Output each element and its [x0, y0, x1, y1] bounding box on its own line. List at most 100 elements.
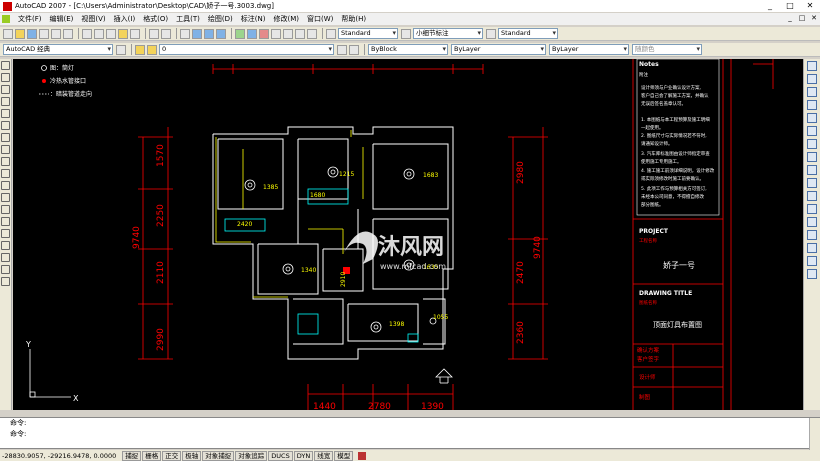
offset-icon[interactable]: [807, 100, 817, 110]
table-icon[interactable]: [1, 265, 10, 274]
design-center-icon[interactable]: [247, 28, 257, 39]
revision-cloud-icon[interactable]: [1, 145, 10, 154]
otrack-toggle[interactable]: 对象追踪: [235, 450, 268, 461]
document-icon[interactable]: [2, 15, 10, 23]
help-icon[interactable]: [307, 28, 317, 39]
new-icon[interactable]: [3, 28, 13, 39]
text-style-select[interactable]: Standard: [338, 28, 398, 39]
comm-center-icon[interactable]: [358, 451, 367, 460]
calculator-icon[interactable]: [295, 28, 305, 39]
insert-block-icon[interactable]: [1, 193, 10, 202]
doc-minimize-button[interactable]: _: [784, 13, 796, 24]
sheet-set-icon[interactable]: [271, 28, 281, 39]
properties-icon[interactable]: [235, 28, 245, 39]
doc-close-button[interactable]: ✕: [808, 13, 820, 24]
stretch-icon[interactable]: [807, 165, 817, 175]
pan-icon[interactable]: [180, 28, 190, 39]
command-line[interactable]: 命令: 命令:: [0, 417, 820, 450]
grid-toggle[interactable]: 栅格: [142, 450, 162, 461]
workspace-settings-icon[interactable]: [116, 44, 126, 55]
table-style-icon[interactable]: [486, 28, 496, 39]
close-button[interactable]: ✕: [800, 0, 820, 12]
command-prompt-line[interactable]: 命令:: [0, 429, 820, 440]
layer-state-icon[interactable]: [147, 44, 157, 55]
break-at-point-icon[interactable]: [807, 204, 817, 214]
polar-toggle[interactable]: 极轴: [182, 450, 202, 461]
copy-icon[interactable]: [94, 28, 104, 39]
workspace-select[interactable]: AutoCAD 经典: [3, 44, 113, 55]
minimize-button[interactable]: _: [760, 0, 780, 12]
point-icon[interactable]: [1, 217, 10, 226]
menu-window[interactable]: 窗口(W): [303, 14, 337, 24]
make-block-icon[interactable]: [1, 205, 10, 214]
print-icon[interactable]: [39, 28, 49, 39]
lineweight-toggle[interactable]: 线宽: [314, 450, 334, 461]
maximize-button[interactable]: □: [780, 0, 800, 12]
line-icon[interactable]: [1, 61, 10, 70]
join-icon[interactable]: [807, 230, 817, 240]
layer-select[interactable]: 0: [159, 44, 334, 55]
markup-icon[interactable]: [283, 28, 293, 39]
circle-icon[interactable]: [1, 133, 10, 142]
layer-manager-icon[interactable]: [135, 44, 145, 55]
multiline-text-icon[interactable]: [1, 277, 10, 286]
move-icon[interactable]: [807, 126, 817, 136]
explode-icon[interactable]: [807, 269, 817, 279]
zoom-realtime-icon[interactable]: [192, 28, 202, 39]
region-icon[interactable]: [1, 253, 10, 262]
make-layer-current-icon[interactable]: [337, 44, 347, 55]
model-space-canvas[interactable]: 图：筒灯 冷热水管接口 ：暗装管道走向 9740 1570 2250 2110 …: [13, 59, 803, 410]
construction-line-icon[interactable]: [1, 73, 10, 82]
dim-style-icon[interactable]: [401, 28, 411, 39]
open-icon[interactable]: [15, 28, 25, 39]
fillet-icon[interactable]: [807, 256, 817, 266]
tool-palettes-icon[interactable]: [259, 28, 269, 39]
menu-modify[interactable]: 修改(M): [269, 14, 303, 24]
redo-icon[interactable]: [161, 28, 171, 39]
arc-icon[interactable]: [1, 121, 10, 130]
mirror-icon[interactable]: [807, 87, 817, 97]
color-select[interactable]: ByBlock: [368, 44, 448, 55]
polygon-icon[interactable]: [1, 97, 10, 106]
paste-icon[interactable]: [106, 28, 116, 39]
array-icon[interactable]: [807, 113, 817, 123]
extend-icon[interactable]: [807, 191, 817, 201]
menu-view[interactable]: 视图(V): [77, 14, 109, 24]
ellipse-arc-icon[interactable]: [1, 181, 10, 190]
model-toggle[interactable]: 模型: [334, 450, 354, 461]
menu-insert[interactable]: 插入(I): [110, 14, 140, 24]
menu-file[interactable]: 文件(F): [14, 14, 46, 24]
doc-restore-button[interactable]: □: [796, 13, 808, 24]
dim-style-select[interactable]: 小细节标注: [413, 28, 483, 39]
match-properties-icon[interactable]: [118, 28, 128, 39]
hatch-icon[interactable]: [1, 229, 10, 238]
menu-dimension[interactable]: 标注(N): [237, 14, 270, 24]
save-icon[interactable]: [27, 28, 37, 39]
spline-icon[interactable]: [1, 157, 10, 166]
text-style-icon[interactable]: [326, 28, 336, 39]
ellipse-icon[interactable]: [1, 169, 10, 178]
command-scrollbar[interactable]: [809, 418, 820, 450]
table-style-select[interactable]: Standard: [498, 28, 558, 39]
menu-format[interactable]: 格式(O): [139, 14, 172, 24]
block-editor-icon[interactable]: [130, 28, 140, 39]
undo-icon[interactable]: [149, 28, 159, 39]
gradient-icon[interactable]: [1, 241, 10, 250]
copy-object-icon[interactable]: [807, 74, 817, 84]
plot-preview-icon[interactable]: [51, 28, 61, 39]
menu-draw[interactable]: 绘图(D): [204, 14, 237, 24]
menu-help[interactable]: 帮助(H): [337, 14, 370, 24]
dyn-toggle[interactable]: DYN: [293, 450, 314, 461]
polyline-icon[interactable]: [1, 85, 10, 94]
zoom-previous-icon[interactable]: [216, 28, 226, 39]
menu-tools[interactable]: 工具(T): [172, 14, 204, 24]
trim-icon[interactable]: [807, 178, 817, 188]
osnap-toggle[interactable]: 对象捕捉: [202, 450, 235, 461]
erase-icon[interactable]: [807, 61, 817, 71]
rotate-icon[interactable]: [807, 139, 817, 149]
menu-edit[interactable]: 编辑(E): [46, 14, 78, 24]
chamfer-icon[interactable]: [807, 243, 817, 253]
lineweight-select[interactable]: ByLayer: [549, 44, 629, 55]
linetype-select[interactable]: ByLayer: [451, 44, 546, 55]
autocad-app-icon[interactable]: [3, 1, 12, 11]
